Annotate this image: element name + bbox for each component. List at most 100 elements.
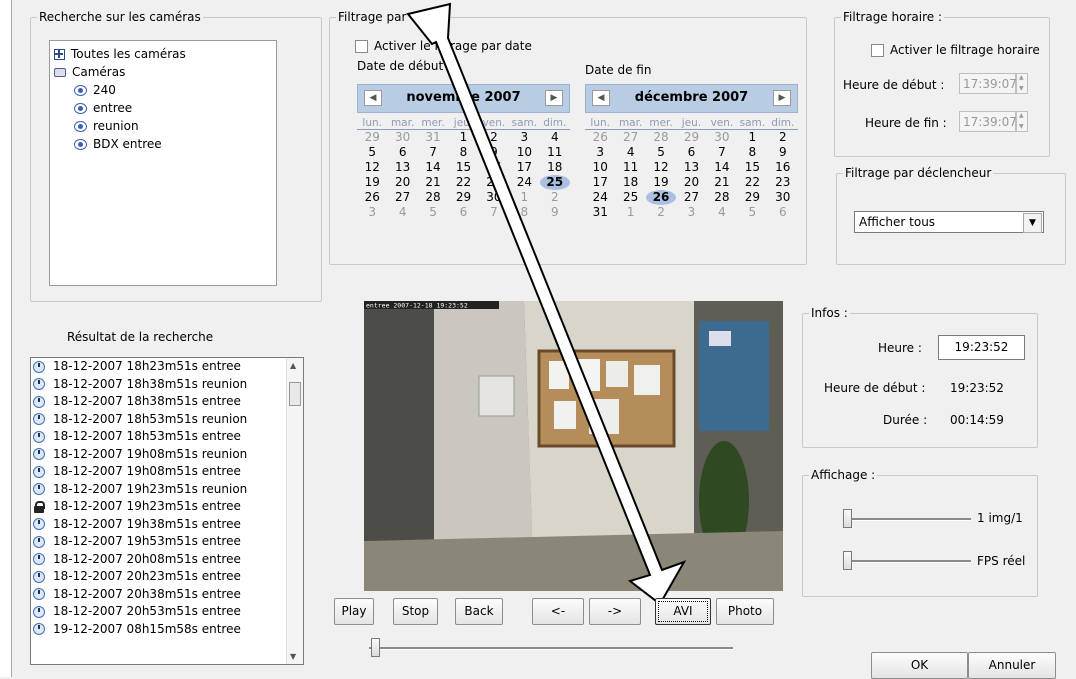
result-item[interactable]: 18-12-2007 19h23m51s reunion (31, 481, 286, 499)
calendar-day[interactable]: 27 (615, 130, 645, 145)
calendar-day[interactable]: 18 (615, 175, 645, 190)
scroll-up-icon[interactable]: ▲ (290, 361, 296, 370)
calendar-day[interactable]: 6 (387, 145, 417, 160)
calendar-day[interactable]: 20 (387, 175, 417, 190)
cancel-button[interactable]: Annuler (968, 652, 1056, 679)
calendar-day[interactable]: 19 (357, 175, 387, 190)
result-item[interactable]: 18-12-2007 19h08m51s reunion (31, 446, 286, 464)
next-month-button[interactable]: ▶ (773, 90, 791, 106)
results-list[interactable]: 18-12-2007 18h23m51s entree 18-12-2007 18… (30, 357, 304, 665)
calendar-day[interactable]: 16 (768, 160, 798, 175)
calendar-day[interactable]: 3 (509, 130, 539, 145)
scroll-thumb[interactable] (289, 382, 301, 406)
calendar-day[interactable]: 30 (387, 130, 417, 145)
calendar-day[interactable]: 23 (479, 175, 509, 190)
calendar-day[interactable]: 8 (509, 205, 539, 220)
calendar-day[interactable]: 14 (707, 160, 737, 175)
calendar-day[interactable]: 10 (585, 160, 615, 175)
tree-item-camera[interactable]: BDX entree (74, 135, 162, 153)
calendar-day[interactable]: 31 (585, 205, 615, 220)
calendar-day[interactable]: 1 (448, 130, 478, 145)
calendar-day[interactable]: 1 (509, 190, 539, 205)
rate-slider-thumb[interactable] (843, 509, 852, 528)
stop-button[interactable]: Stop (393, 598, 438, 625)
calendar-day[interactable]: 8 (448, 145, 478, 160)
calendar-day[interactable]: 6 (768, 205, 798, 220)
calendar-day[interactable]: 21 (707, 175, 737, 190)
result-item[interactable]: 18-12-2007 20h53m51s entree (31, 603, 286, 621)
calendar-day[interactable]: 7 (418, 145, 448, 160)
calendar-day[interactable]: 15 (737, 160, 767, 175)
calendar-day[interactable]: 6 (448, 205, 478, 220)
calendar-day[interactable]: 5 (357, 145, 387, 160)
result-item[interactable]: 18-12-2007 20h08m51s entree (31, 551, 286, 569)
result-item[interactable]: 18-12-2007 20h38m51s entree (31, 586, 286, 604)
calendar-day[interactable]: 2 (646, 205, 676, 220)
calendar-day[interactable]: 25 (539, 175, 570, 190)
calendar-day[interactable]: 7 (707, 145, 737, 160)
calendar-day[interactable]: 26 (645, 190, 677, 205)
calendar-days[interactable]: 29 30 31 1 2 3 4 5 6 7 8 9 10 11 12 13 14 15 16 17 18 19 20 21 2… (357, 130, 570, 220)
calendar-day[interactable]: 20 (676, 175, 706, 190)
calendar-day[interactable]: 4 (387, 205, 417, 220)
start-time-field[interactable]: 17:39:07 (959, 73, 1017, 94)
calendar-day[interactable]: 28 (418, 190, 448, 205)
calendar-day[interactable]: 15 (448, 160, 478, 175)
calendar-day[interactable]: 13 (676, 160, 706, 175)
calendar-day[interactable]: 9 (479, 145, 509, 160)
calendar-day[interactable]: 14 (418, 160, 448, 175)
calendar-day[interactable]: 28 (646, 130, 676, 145)
end-time-field[interactable]: 17:39:07 (959, 111, 1017, 132)
calendar-day[interactable]: 23 (768, 175, 798, 190)
calendar-day[interactable]: 3 (676, 205, 706, 220)
tree-item-cameras[interactable]: Caméras (54, 63, 125, 81)
back-button[interactable]: Back (455, 598, 503, 625)
time-filter-check[interactable] (871, 44, 884, 57)
calendar-day[interactable]: 8 (737, 145, 767, 160)
start-time-spinner[interactable] (1016, 73, 1028, 94)
calendar-day[interactable]: 29 (737, 190, 767, 205)
calendar-day[interactable]: 5 (646, 145, 676, 160)
result-item[interactable]: 18-12-2007 19h53m51s entree (31, 533, 286, 551)
rate-slider-track[interactable] (843, 518, 971, 521)
calendar-day[interactable]: 5 (418, 205, 448, 220)
calendar-day[interactable]: 11 (540, 145, 570, 160)
calendar-day[interactable]: 4 (615, 145, 645, 160)
calendar-day[interactable]: 21 (418, 175, 448, 190)
trigger-select[interactable]: Afficher tous ▼ (854, 211, 1044, 233)
tree-item-camera[interactable]: 240 (74, 81, 116, 99)
results-scrollbar[interactable]: ▲ ▼ (286, 358, 303, 664)
date-filter-checkbox[interactable]: Activer le filtrage par date (355, 39, 532, 53)
result-item[interactable]: 18-12-2007 18h38m51s entree (31, 393, 286, 411)
result-item[interactable]: 18-12-2007 19h08m51s entree (31, 463, 286, 481)
calendar-day[interactable]: 26 (357, 190, 387, 205)
chevron-down-icon[interactable]: ▼ (1023, 213, 1042, 233)
calendar-day[interactable]: 9 (768, 145, 798, 160)
calendar-day[interactable]: 2 (768, 130, 798, 145)
camera-tree[interactable]: Toutes les caméras Caméras 240 entree re… (49, 40, 277, 286)
calendar-day[interactable]: 27 (676, 190, 706, 205)
calendar-day[interactable]: 18 (540, 160, 570, 175)
calendar-day[interactable]: 24 (585, 190, 615, 205)
next-month-button[interactable]: ▶ (545, 90, 563, 106)
calendar-day[interactable]: 5 (737, 205, 767, 220)
calendar-day[interactable]: 1 (737, 130, 767, 145)
result-item[interactable]: 18-12-2007 18h53m51s entree (31, 428, 286, 446)
calendar-day[interactable]: 17 (585, 175, 615, 190)
calendar-day[interactable]: 13 (387, 160, 417, 175)
calendar-day[interactable]: 2 (540, 190, 570, 205)
calendar-day[interactable]: 30 (707, 130, 737, 145)
tree-item-camera[interactable]: entree (74, 99, 132, 117)
calendar-day[interactable]: 7 (479, 205, 509, 220)
fps-slider-thumb[interactable] (843, 551, 852, 570)
result-item[interactable]: 18-12-2007 18h38m51s reunion (31, 376, 286, 394)
calendar-day[interactable]: 3 (357, 205, 387, 220)
calendar-day[interactable]: 12 (646, 160, 676, 175)
result-item[interactable]: 18-12-2007 19h23m51s entree (31, 498, 286, 516)
result-item[interactable]: 18-12-2007 18h53m51s reunion (31, 411, 286, 429)
calendar-day[interactable]: 16 (479, 160, 509, 175)
start-calendar[interactable]: ◀ novembre 2007 ▶ lun. mar. mer. jeu. ven. sa… (357, 84, 570, 220)
calendar-days[interactable]: 26 27 28 29 30 1 2 3 4 5 6 7 8 9 10 11 12 13 14 15 16 17 18 19 2… (585, 130, 798, 220)
calendar-day[interactable]: 11 (615, 160, 645, 175)
calendar-day[interactable]: 17 (509, 160, 539, 175)
